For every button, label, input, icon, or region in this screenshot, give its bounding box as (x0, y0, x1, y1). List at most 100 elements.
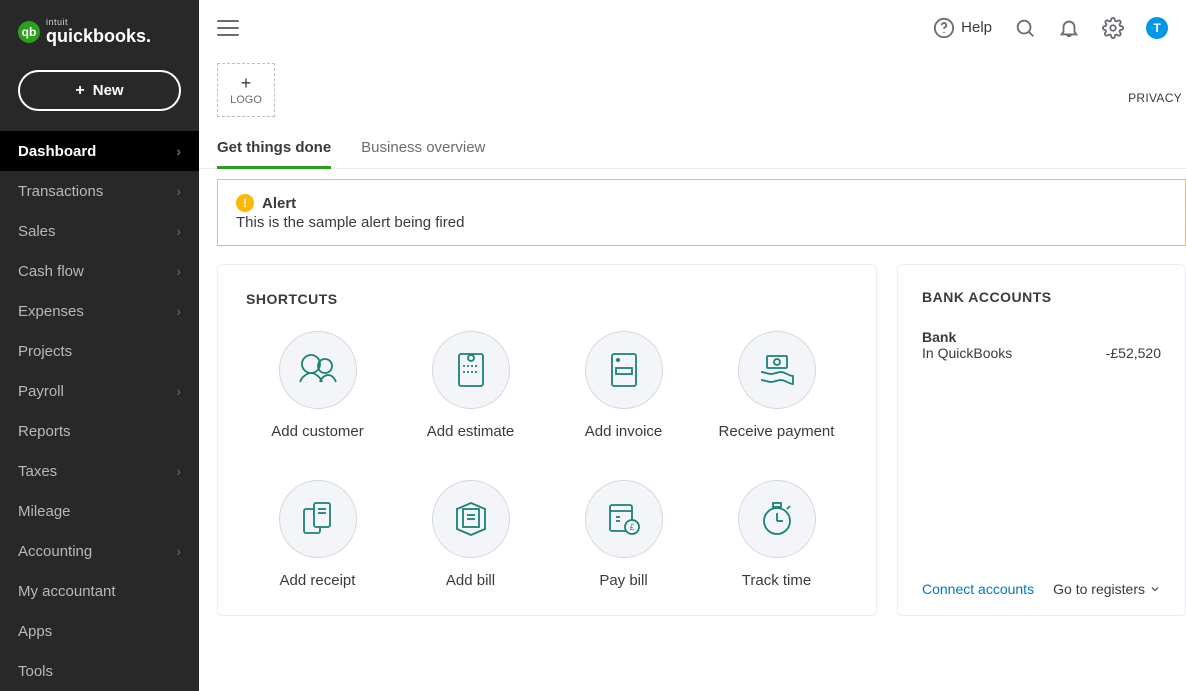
sidebar-item-label: Reports (18, 423, 71, 440)
sidebar-item-sales[interactable]: Sales › (0, 211, 199, 251)
shortcut-label: Receive payment (719, 423, 835, 440)
alert-message: This is the sample alert being fired (236, 214, 1167, 231)
qb-mark-icon: qb (18, 21, 40, 43)
go-to-registers-link[interactable]: Go to registers (1053, 581, 1161, 597)
bank-accounts-card: BANK ACCOUNTS Bank In QuickBooks -£52,52… (897, 264, 1186, 616)
alert-banner: ! Alert This is the sample alert being f… (217, 179, 1186, 246)
notifications-icon[interactable] (1058, 17, 1080, 39)
shortcut-receive-payment[interactable]: Receive payment (705, 331, 848, 440)
tab-business-overview[interactable]: Business overview (361, 139, 485, 169)
shortcut-add-customer[interactable]: Add customer (246, 331, 389, 440)
sidebar-item-taxes[interactable]: Taxes › (0, 451, 199, 491)
chevron-right-icon: › (176, 463, 181, 479)
chevron-down-icon (1149, 583, 1161, 595)
alert-title: Alert (262, 195, 296, 212)
sidebar-item-label: Cash flow (18, 263, 84, 280)
sidebar-item-cash-flow[interactable]: Cash flow › (0, 251, 199, 291)
sidebar-item-dashboard[interactable]: Dashboard › (0, 131, 199, 171)
sidebar-item-label: Projects (18, 343, 72, 360)
sidebar-item-label: Taxes (18, 463, 57, 480)
shortcut-label: Add estimate (427, 423, 515, 440)
sidebar-item-label: My accountant (18, 583, 116, 600)
add-logo-button[interactable]: + LOGO (217, 63, 275, 117)
shortcut-add-invoice[interactable]: Add invoice (552, 331, 695, 440)
shortcut-label: Track time (742, 572, 811, 589)
shortcut-add-bill[interactable]: Add bill (399, 480, 542, 589)
chevron-right-icon: › (176, 543, 181, 559)
tab-bar: Get things done Business overview (199, 117, 1186, 169)
shortcut-pay-bill[interactable]: Pay bill (552, 480, 695, 589)
search-icon[interactable] (1014, 17, 1036, 39)
sidebar-item-label: Sales (18, 223, 56, 240)
invoice-icon (585, 331, 663, 409)
shortcut-label: Pay bill (599, 572, 647, 589)
sidebar-item-mileage[interactable]: Mileage (0, 491, 199, 531)
user-avatar[interactable]: T (1146, 17, 1168, 39)
shortcut-add-estimate[interactable]: Add estimate (399, 331, 542, 440)
brand-main-text: quickbooks. (46, 27, 151, 45)
plus-icon: + (241, 74, 252, 92)
help-icon (933, 17, 955, 39)
shortcut-label: Add invoice (585, 423, 663, 440)
sidebar-item-apps[interactable]: Apps (0, 611, 199, 651)
sidebar-item-payroll[interactable]: Payroll › (0, 371, 199, 411)
go-to-registers-label: Go to registers (1053, 581, 1145, 597)
help-button[interactable]: Help (933, 17, 992, 39)
sidebar-nav: Dashboard›Transactions›Sales›Cash flow›E… (0, 131, 199, 691)
brand-logo: qb intuit quickbooks. (0, 0, 199, 55)
chevron-right-icon: › (176, 263, 181, 279)
estimate-icon (432, 331, 510, 409)
sidebar-item-label: Dashboard (18, 143, 96, 160)
bill-icon (432, 480, 510, 558)
menu-toggle-icon[interactable] (217, 20, 239, 36)
sidebar-item-projects[interactable]: Projects (0, 331, 199, 371)
page-header: + LOGO PRIVACY (199, 55, 1186, 117)
bank-sub-label: In QuickBooks (922, 345, 1012, 361)
avatar-initial: T (1153, 21, 1160, 35)
shortcut-label: Add receipt (280, 572, 356, 589)
help-label: Help (961, 19, 992, 36)
alert-icon: ! (236, 194, 254, 212)
chevron-right-icon: › (176, 143, 181, 159)
bank-account-name: Bank (922, 329, 956, 345)
sidebar-item-reports[interactable]: Reports (0, 411, 199, 451)
plus-icon: + (75, 83, 84, 99)
connect-accounts-link[interactable]: Connect accounts (922, 581, 1034, 597)
logo-box-label: LOGO (230, 94, 262, 106)
main-area: Help T + LOGO PRIVACY Get things done Bus… (199, 0, 1186, 691)
sidebar-item-accounting[interactable]: Accounting › (0, 531, 199, 571)
topbar: Help T (199, 0, 1186, 55)
shortcut-add-receipt[interactable]: Add receipt (246, 480, 389, 589)
chevron-right-icon: › (176, 303, 181, 319)
privacy-label: PRIVACY (1128, 63, 1186, 105)
new-button[interactable]: + New (18, 70, 181, 111)
chevron-right-icon: › (176, 383, 181, 399)
sidebar-item-label: Expenses (18, 303, 84, 320)
clock-icon (738, 480, 816, 558)
settings-gear-icon[interactable] (1102, 17, 1124, 39)
shortcuts-card: SHORTCUTS Add customer Add estimate Add in… (217, 264, 877, 616)
paybill-icon (585, 480, 663, 558)
sidebar-item-label: Payroll (18, 383, 64, 400)
sidebar-item-label: Tools (18, 663, 53, 680)
shortcuts-title: SHORTCUTS (246, 291, 848, 307)
shortcut-label: Add customer (271, 423, 364, 440)
sidebar-item-label: Accounting (18, 543, 92, 560)
receipt-icon (279, 480, 357, 558)
payment-icon (738, 331, 816, 409)
people-icon (279, 331, 357, 409)
sidebar-item-expenses[interactable]: Expenses › (0, 291, 199, 331)
sidebar: qb intuit quickbooks. + New Dashboard›Tr… (0, 0, 199, 691)
chevron-right-icon: › (176, 223, 181, 239)
sidebar-item-tools[interactable]: Tools (0, 651, 199, 691)
shortcut-track-time[interactable]: Track time (705, 480, 848, 589)
shortcut-label: Add bill (446, 572, 495, 589)
bank-title: BANK ACCOUNTS (922, 289, 1161, 305)
bank-balance: -£52,520 (1106, 345, 1161, 361)
tab-get-things-done[interactable]: Get things done (217, 139, 331, 169)
sidebar-item-label: Transactions (18, 183, 103, 200)
sidebar-item-my-accountant[interactable]: My accountant (0, 571, 199, 611)
sidebar-item-transactions[interactable]: Transactions › (0, 171, 199, 211)
chevron-right-icon: › (176, 183, 181, 199)
sidebar-item-label: Mileage (18, 503, 71, 520)
